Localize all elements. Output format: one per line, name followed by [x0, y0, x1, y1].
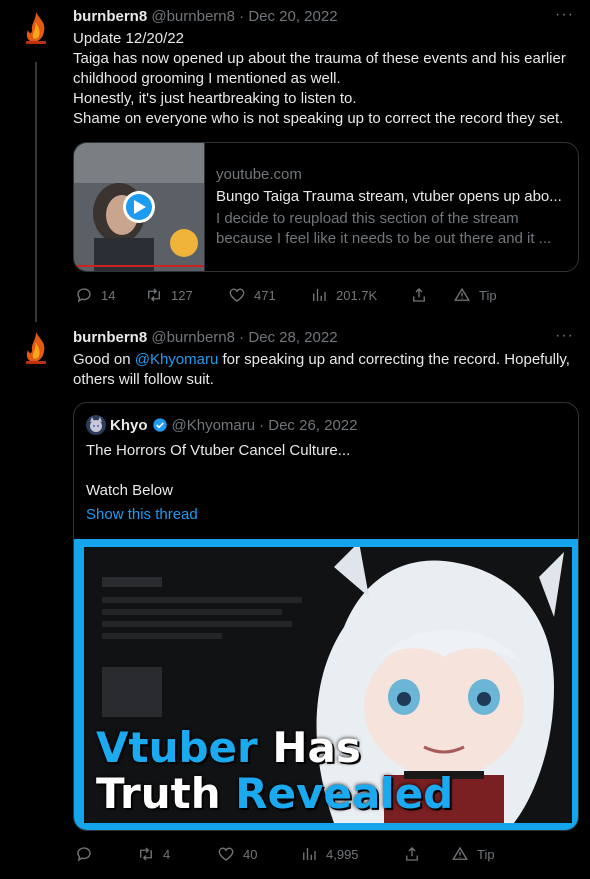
thumbnail-caption: Vtuber Has Truth Revealed — [96, 725, 453, 817]
share-icon — [413, 288, 425, 302]
mention-link[interactable]: @Khyomaru — [135, 351, 219, 368]
card-description: I decide to reupload this section of the… — [216, 210, 519, 227]
retweet-button[interactable]: 4 — [137, 845, 170, 863]
like-button[interactable]: 40 — [217, 845, 257, 863]
thumb-word: Vtuber — [96, 723, 258, 772]
quote-header: Khyo @Khyomaru · Dec 26, 2022 — [86, 415, 358, 435]
like-button[interactable]: 471 — [228, 286, 276, 304]
card-domain: youtube.com — [216, 166, 302, 183]
reply-icon — [77, 288, 91, 303]
tip-button[interactable]: Tip — [453, 286, 497, 304]
quote-timestamp[interactable]: · Dec 26, 2022 — [259, 417, 357, 434]
avatar[interactable] — [16, 8, 56, 48]
quote-text: The Horrors Of Vtuber Cancel Culture... … — [86, 441, 566, 525]
heart-icon — [229, 288, 245, 302]
display-name[interactable]: burnbern8 — [73, 329, 147, 346]
card-text: youtube.com Bungo Taiga Trauma stream, v… — [216, 165, 566, 249]
video-thumbnail[interactable] — [74, 143, 205, 271]
tip-icon — [454, 287, 470, 301]
reply-icon — [77, 847, 91, 862]
reply-button[interactable] — [75, 845, 101, 863]
quoted-tweet[interactable]: Khyo @Khyomaru · Dec 26, 2022 The Horror… — [73, 402, 579, 831]
quote-display-name[interactable]: Khyo — [110, 417, 148, 434]
reply-button[interactable]: 14 — [75, 286, 115, 304]
tweet-header: burnbern8 @burnbern8 · Dec 20, 2022 — [73, 8, 338, 25]
tip-label: Tip — [477, 846, 495, 862]
share-button[interactable] — [403, 845, 421, 863]
views-button[interactable]: 201.7K — [310, 286, 377, 304]
thumb-word: Truth — [96, 769, 221, 818]
tip-icon — [452, 846, 468, 860]
quote-avatar[interactable] — [86, 415, 106, 435]
views-button[interactable]: 4,995 — [300, 845, 359, 863]
tweet-line: Honestly, it's just heartbreaking to lis… — [73, 90, 357, 107]
quote-handle[interactable]: @Khyomaru — [172, 417, 256, 434]
thumbnail-frame: Vtuber Has Truth Revealed — [84, 547, 572, 823]
thumb-word: Revealed — [235, 769, 454, 818]
retweet-icon — [140, 847, 152, 861]
views-count: 4,995 — [326, 846, 359, 862]
handle[interactable]: @burnbern8 — [151, 8, 235, 25]
retweet-count: 4 — [163, 846, 171, 862]
retweet-icon — [148, 288, 160, 302]
card-description: because I feel like it needs to be out t… — [216, 230, 552, 247]
quote-line: The Horrors Of Vtuber Cancel Culture... — [86, 442, 351, 459]
tip-label: Tip — [479, 287, 497, 303]
views-count: 201.7K — [336, 287, 378, 303]
tweet[interactable]: burnbern8 @burnbern8 · Dec 20, 2022 ··· … — [0, 0, 590, 320]
views-icon — [303, 848, 316, 860]
timestamp[interactable]: · Dec 28, 2022 — [239, 329, 337, 346]
like-count: 40 — [243, 846, 258, 862]
avatar[interactable] — [16, 328, 56, 368]
tweet-line: Shame on everyone who is not speaking up… — [73, 110, 564, 127]
retweet-button[interactable]: 127 — [145, 286, 193, 304]
thumb-word: Has — [272, 723, 361, 772]
retweet-count: 127 — [171, 287, 193, 303]
views-icon — [313, 289, 326, 301]
tweet-header: burnbern8 @burnbern8 · Dec 28, 2022 — [73, 329, 338, 346]
tweet-text: Update 12/20/22 Taiga has now opened up … — [73, 29, 573, 129]
card-title: Bungo Taiga Trauma stream, vtuber opens … — [216, 188, 562, 205]
verified-badge-icon — [152, 418, 167, 432]
share-icon — [406, 847, 418, 861]
handle[interactable]: @burnbern8 — [151, 329, 235, 346]
tip-button[interactable]: Tip — [451, 845, 495, 863]
tweet-text: Good on @Khyomaru for speaking up and co… — [73, 350, 573, 390]
quote-media-image[interactable]: Vtuber Has Truth Revealed — [74, 539, 578, 830]
share-button[interactable] — [410, 286, 428, 304]
tweet-text-part: Good on — [73, 351, 135, 368]
tweet-line: Taiga has now opened up about the trauma… — [73, 50, 566, 87]
more-options-icon[interactable]: ··· — [555, 327, 574, 345]
tweet-actions: 4 40 4,995 Tip — [73, 845, 523, 865]
like-count: 471 — [254, 287, 276, 303]
show-thread-link[interactable]: Show this thread — [86, 505, 566, 525]
tweet-line: Update 12/20/22 — [73, 30, 184, 47]
more-options-icon[interactable]: ··· — [555, 6, 574, 24]
heart-icon — [218, 847, 234, 861]
quote-line: Watch Below — [86, 482, 173, 499]
tweet-actions: 14 127 471 201.7K Tip — [73, 286, 523, 306]
timestamp[interactable]: · Dec 20, 2022 — [239, 8, 337, 25]
reply-count: 14 — [101, 287, 116, 303]
display-name[interactable]: burnbern8 — [73, 8, 147, 25]
link-card[interactable]: youtube.com Bungo Taiga Trauma stream, v… — [73, 142, 579, 272]
